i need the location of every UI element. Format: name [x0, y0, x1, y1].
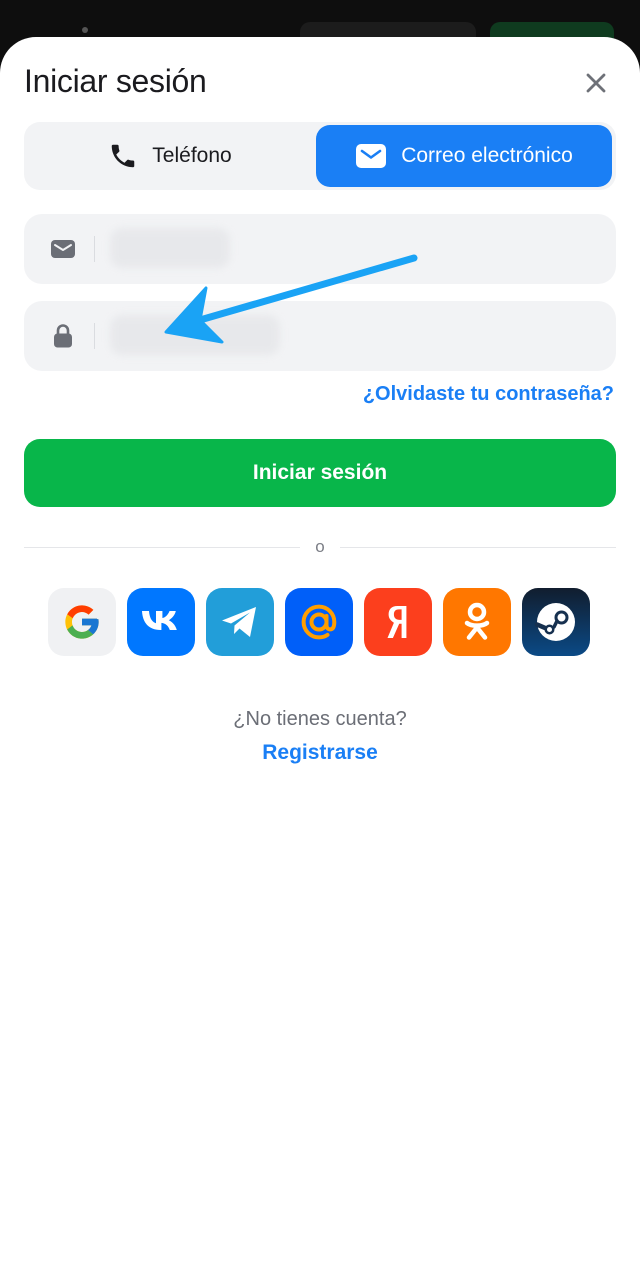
steam-icon: [534, 603, 575, 641]
envelope-icon: [49, 236, 77, 262]
tab-email-label: Correo electrónico: [401, 144, 573, 167]
tab-phone-label: Teléfono: [152, 144, 232, 167]
close-button[interactable]: [578, 65, 614, 101]
social-login-row: [48, 588, 592, 658]
password-field[interactable]: [24, 301, 616, 371]
login-method-tabs: Teléfono Correo electrónico: [24, 122, 616, 190]
telegram-login-button[interactable]: [206, 588, 274, 656]
status-bar-area: [0, 0, 640, 40]
vk-icon: [142, 611, 177, 630]
forgot-password-link[interactable]: ¿Olvidaste tu contraseña?: [363, 383, 614, 406]
mail-at-icon: [301, 604, 337, 640]
envelope-icon: [356, 144, 387, 168]
telegram-icon: [222, 607, 256, 637]
email-value-redacted: [110, 228, 230, 268]
ok-icon: [464, 602, 490, 640]
ok-login-button[interactable]: [443, 588, 511, 656]
yandex-login-button[interactable]: [364, 588, 432, 656]
login-button[interactable]: Iniciar sesión: [24, 439, 616, 507]
register-link[interactable]: Registrarse: [0, 741, 640, 765]
tab-phone[interactable]: Teléfono: [28, 125, 312, 187]
steam-login-button[interactable]: [522, 588, 590, 656]
google-icon: [65, 605, 99, 639]
vk-login-button[interactable]: [127, 588, 195, 656]
yandex-icon: [387, 606, 407, 638]
or-separator: o: [315, 537, 325, 556]
mail-login-button[interactable]: [285, 588, 353, 656]
divider-left: [24, 547, 300, 548]
field-separator: [94, 236, 95, 262]
login-sheet: Iniciar sesión Teléfono Correo electróni…: [0, 37, 640, 1280]
email-field[interactable]: [24, 214, 616, 284]
google-login-button[interactable]: [48, 588, 116, 656]
camera-dot: [82, 27, 88, 33]
close-icon: [586, 73, 606, 93]
field-separator: [94, 323, 95, 349]
tab-email[interactable]: Correo electrónico: [316, 125, 612, 187]
lock-icon: [49, 323, 77, 349]
no-account-text: ¿No tienes cuenta?: [233, 708, 407, 730]
divider-right: [340, 547, 616, 548]
page-title: Iniciar sesión: [24, 63, 207, 99]
phone-icon: [112, 144, 135, 168]
password-value-redacted: [110, 315, 280, 355]
